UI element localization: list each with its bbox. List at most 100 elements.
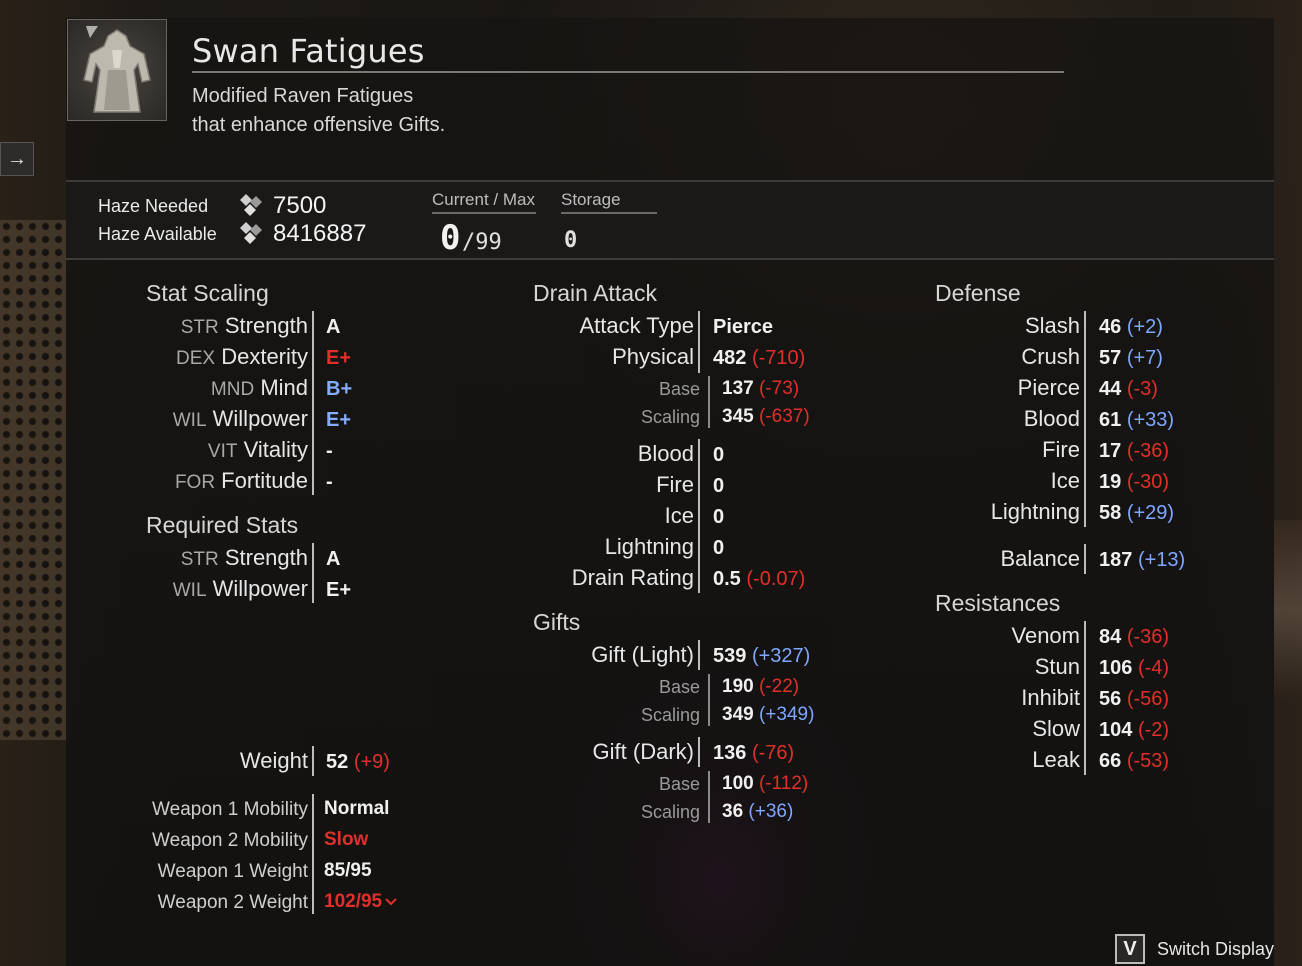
gift-dark-scaling-row: Scaling: [500, 799, 700, 827]
gift-dark-scaling-number: 36: [722, 801, 744, 822]
stat-row-for: FOR Fortitude: [100, 468, 308, 496]
storage-value: 0: [564, 228, 578, 253]
weapon-1-mobility-label: Weapon 1 Mobility: [152, 799, 308, 820]
physical-base-label: Base: [658, 379, 700, 399]
gift-dark-scaling-label: Scaling: [640, 802, 700, 822]
defense-value-blood: 61 (+33): [1099, 409, 1174, 432]
defense-row-blood: Blood: [900, 406, 1080, 434]
gift-dark-delta: (-76): [751, 742, 795, 764]
defense-row-slash: Slash: [900, 313, 1080, 341]
resist-delta: (-4): [1137, 657, 1170, 679]
defense-number: 61: [1099, 409, 1122, 431]
item-name: Swan Fatigues: [192, 32, 425, 70]
stat-abbr: VIT: [207, 441, 238, 462]
physical-base-value: 137 (-73): [722, 378, 799, 400]
resist-label: Inhibit: [1021, 685, 1080, 710]
stat-abbr: WIL: [172, 410, 207, 431]
defense-value-pierce: 44 (-3): [1099, 378, 1158, 401]
defense-delta: (+2): [1126, 316, 1163, 338]
drain-sub-separator: [708, 376, 710, 428]
defense-label: Slash: [1024, 313, 1080, 338]
gift-light-label: Gift (Light): [591, 642, 694, 667]
stat-row-wil: WIL Willpower: [100, 406, 308, 434]
required-grade-str: A: [326, 548, 341, 570]
stat-name: Mind: [260, 375, 308, 400]
stat-row-dex: DEX Dexterity: [100, 344, 308, 372]
resist-delta: (-36): [1126, 626, 1170, 648]
drain-blood-label: Blood: [637, 441, 694, 466]
haze-needed-label: Haze Needed: [98, 196, 209, 216]
stat-name: Vitality: [243, 437, 308, 462]
defense-label: Fire: [1042, 437, 1080, 462]
weight-row: Weight: [100, 748, 308, 776]
drain-blood-row: Blood: [500, 441, 694, 469]
weapon-1-weight-label: Weapon 1 Weight: [157, 861, 308, 882]
gift-dark-base-label: Base: [658, 774, 700, 794]
attack-type-row: Attack Type: [500, 313, 694, 341]
balance-delta: (+13): [1137, 549, 1186, 571]
drain-ice-label: Ice: [664, 503, 694, 528]
gift-dark-base-value: 100 (-112): [722, 773, 808, 795]
gift-light-base-label: Base: [658, 677, 700, 697]
weapon-2-mobility-label: Weapon 2 Mobility: [152, 830, 308, 851]
current-value: 0: [440, 218, 461, 258]
gift-light-number: 539: [713, 645, 747, 667]
gift-dark-label: Gift (Dark): [592, 739, 694, 764]
defense-value-fire: 17 (-36): [1099, 440, 1169, 463]
gift-light-delta: (+327): [751, 645, 811, 667]
defense-label: Pierce: [1017, 375, 1080, 400]
v-key-icon[interactable]: V: [1115, 934, 1145, 964]
drain-rating-number: 0.5: [713, 568, 741, 590]
resist-value-inhibit: 56 (-56): [1099, 688, 1169, 711]
stat-name: Dexterity: [221, 344, 308, 369]
gift-light-value: 539 (+327): [713, 645, 810, 668]
gift-light-base-delta: (-22): [758, 676, 800, 697]
background-machinery: [1274, 520, 1302, 700]
resist-value-leak: 66 (-53): [1099, 750, 1169, 773]
balance-value: 187 (+13): [1099, 549, 1185, 572]
stat-scaling-separator: [312, 311, 314, 495]
drain-rating-row: Drain Rating: [500, 565, 694, 593]
weapon-2-weight-value: 102/95: [324, 891, 397, 913]
defense-delta: (+7): [1126, 347, 1163, 369]
resist-value-stun: 106 (-4): [1099, 657, 1169, 680]
stat-scaling-title: Stat Scaling: [146, 280, 269, 306]
physical-scaling-number: 345: [722, 406, 754, 427]
physical-row: Physical: [500, 344, 694, 372]
stat-grade-for: -: [326, 471, 333, 493]
defense-number: 57: [1099, 347, 1122, 369]
resist-label: Stun: [1034, 654, 1080, 679]
side-arrow-icon[interactable]: →: [0, 142, 34, 176]
gift-light-scaling-label: Scaling: [640, 705, 700, 725]
stat-abbr: WIL: [172, 580, 207, 601]
mobility-row-2: Weapon 2 Mobility: [100, 827, 308, 855]
resist-delta: (-53): [1126, 750, 1170, 772]
gift-dark-sub-separator: [708, 771, 710, 823]
resist-label: Leak: [1032, 747, 1080, 772]
gift-dark-base-delta: (-112): [758, 773, 809, 794]
physical-delta: (-710): [751, 347, 806, 369]
weapon-1-weight-value: 85/95: [324, 860, 372, 881]
max-value: /99: [462, 230, 502, 255]
defense-value-crush: 57 (+7): [1099, 347, 1163, 370]
mobility-row-1: Weapon 1 Mobility: [100, 796, 308, 824]
drain-separator-top: [698, 311, 700, 373]
weight-label: Weight: [239, 748, 308, 773]
physical-value: 482 (-710): [713, 347, 805, 370]
switch-display-button[interactable]: V Switch Display: [1115, 934, 1274, 964]
resistances-title: Resistances: [935, 590, 1061, 616]
physical-scaling-value: 345 (-637): [722, 406, 810, 428]
weapon-2-weight-label: Weapon 2 Weight: [157, 892, 308, 913]
defense-value-ice: 19 (-30): [1099, 471, 1169, 494]
balance-label: Balance: [1000, 546, 1080, 571]
gift-light-scaling-row: Scaling: [500, 702, 700, 730]
gift-light-row: Gift (Light): [500, 642, 694, 670]
defense-row-pierce: Pierce: [900, 375, 1080, 403]
required-stats-title: Required Stats: [146, 512, 299, 538]
chevron-down-icon: [385, 898, 397, 906]
stat-grade-wil: E+: [326, 409, 352, 431]
balance-separator: [1084, 544, 1086, 574]
defense-delta: (+29): [1126, 502, 1175, 524]
physical-scaling-delta: (-637): [758, 406, 810, 427]
drain-rating-delta: (-0.07): [746, 568, 806, 590]
